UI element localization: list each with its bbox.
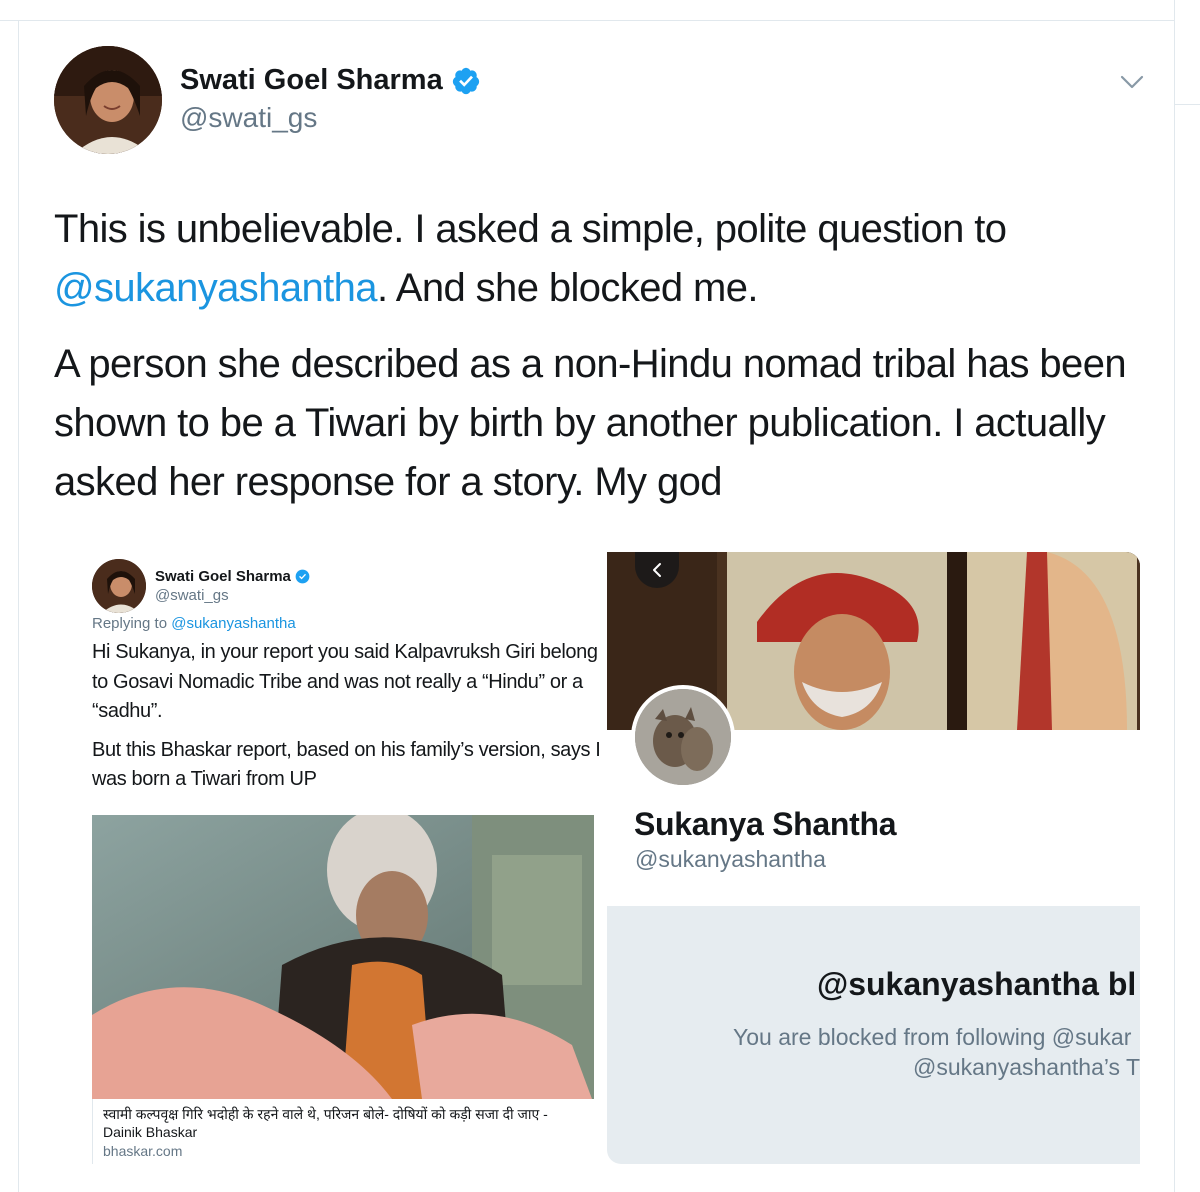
author-name[interactable]: Swati Goel Sharma [180,64,443,97]
news-photo [92,815,594,1099]
link-card-title: स्वामी कल्पवृक्ष गिरि भदोही के रहने वाले… [103,1106,548,1140]
profile-avatar [631,685,735,789]
embedded-author-handle: @swati_gs [155,587,229,604]
attached-image-right[interactable]: Sukanya Shantha @sukanyashantha @sukanya… [607,552,1140,1164]
replying-to-handle: @sukanyashantha [171,615,296,632]
author-handle[interactable]: @swati_gs [180,102,317,134]
blocked-line-1: You are blocked from following @sukar [733,1024,1132,1050]
mention-link[interactable]: @sukanyashantha [54,266,378,310]
author-avatar[interactable] [54,46,162,154]
replying-to-line: Replying to @sukanyashantha [92,615,296,632]
embedded-author-avatar [92,559,146,613]
blocked-notice-panel: @sukanyashantha bl You are blocked from … [607,906,1140,1164]
embedded-paragraph-1: Hi Sukanya, in your report you said Kalp… [92,641,598,722]
tweet-text-suffix: . And she blocked me. [376,266,759,310]
profile-name: Sukanya Shantha [634,806,897,842]
verified-badge-icon [452,67,479,94]
tweet-border-right [1174,0,1175,1192]
tweet-border-top [0,20,1175,21]
verified-badge-icon [295,569,310,584]
link-card-domain: bhaskar.com [103,1143,183,1159]
attached-image-left[interactable]: Swati Goel Sharma @swati_gs Replying to … [73,550,605,1164]
back-arrow-icon [653,563,661,577]
tweet-paragraph-1: This is unbelievable. I asked a simple, … [54,200,1154,318]
tweet-border-left [18,20,19,1192]
embedded-tweet-text: Hi Sukanya, in your report you said Kalp… [92,638,602,804]
blocked-line-2: @sukanyashantha’s T [913,1054,1140,1080]
tweet-text: This is unbelievable. I asked a simple, … [54,200,1154,529]
profile-handle: @sukanyashantha [635,846,826,872]
embedded-author-name: Swati Goel Sharma [155,568,291,585]
replying-prefix: Replying to [92,615,168,632]
divider [1174,104,1200,105]
embedded-paragraph-2: But this Bhaskar report, based on his fa… [92,738,601,791]
link-card[interactable]: स्वामी कल्पवृक्ष गिरि भदोही के रहने वाले… [92,1099,594,1164]
tweet-paragraph-2: A person she described as a non-Hindu no… [54,342,1127,504]
tweet-text-prefix: This is unbelievable. I asked a simple, … [54,207,1007,251]
chevron-down-icon[interactable] [1118,68,1146,96]
blocked-title: @sukanyashantha bl [817,966,1137,1002]
